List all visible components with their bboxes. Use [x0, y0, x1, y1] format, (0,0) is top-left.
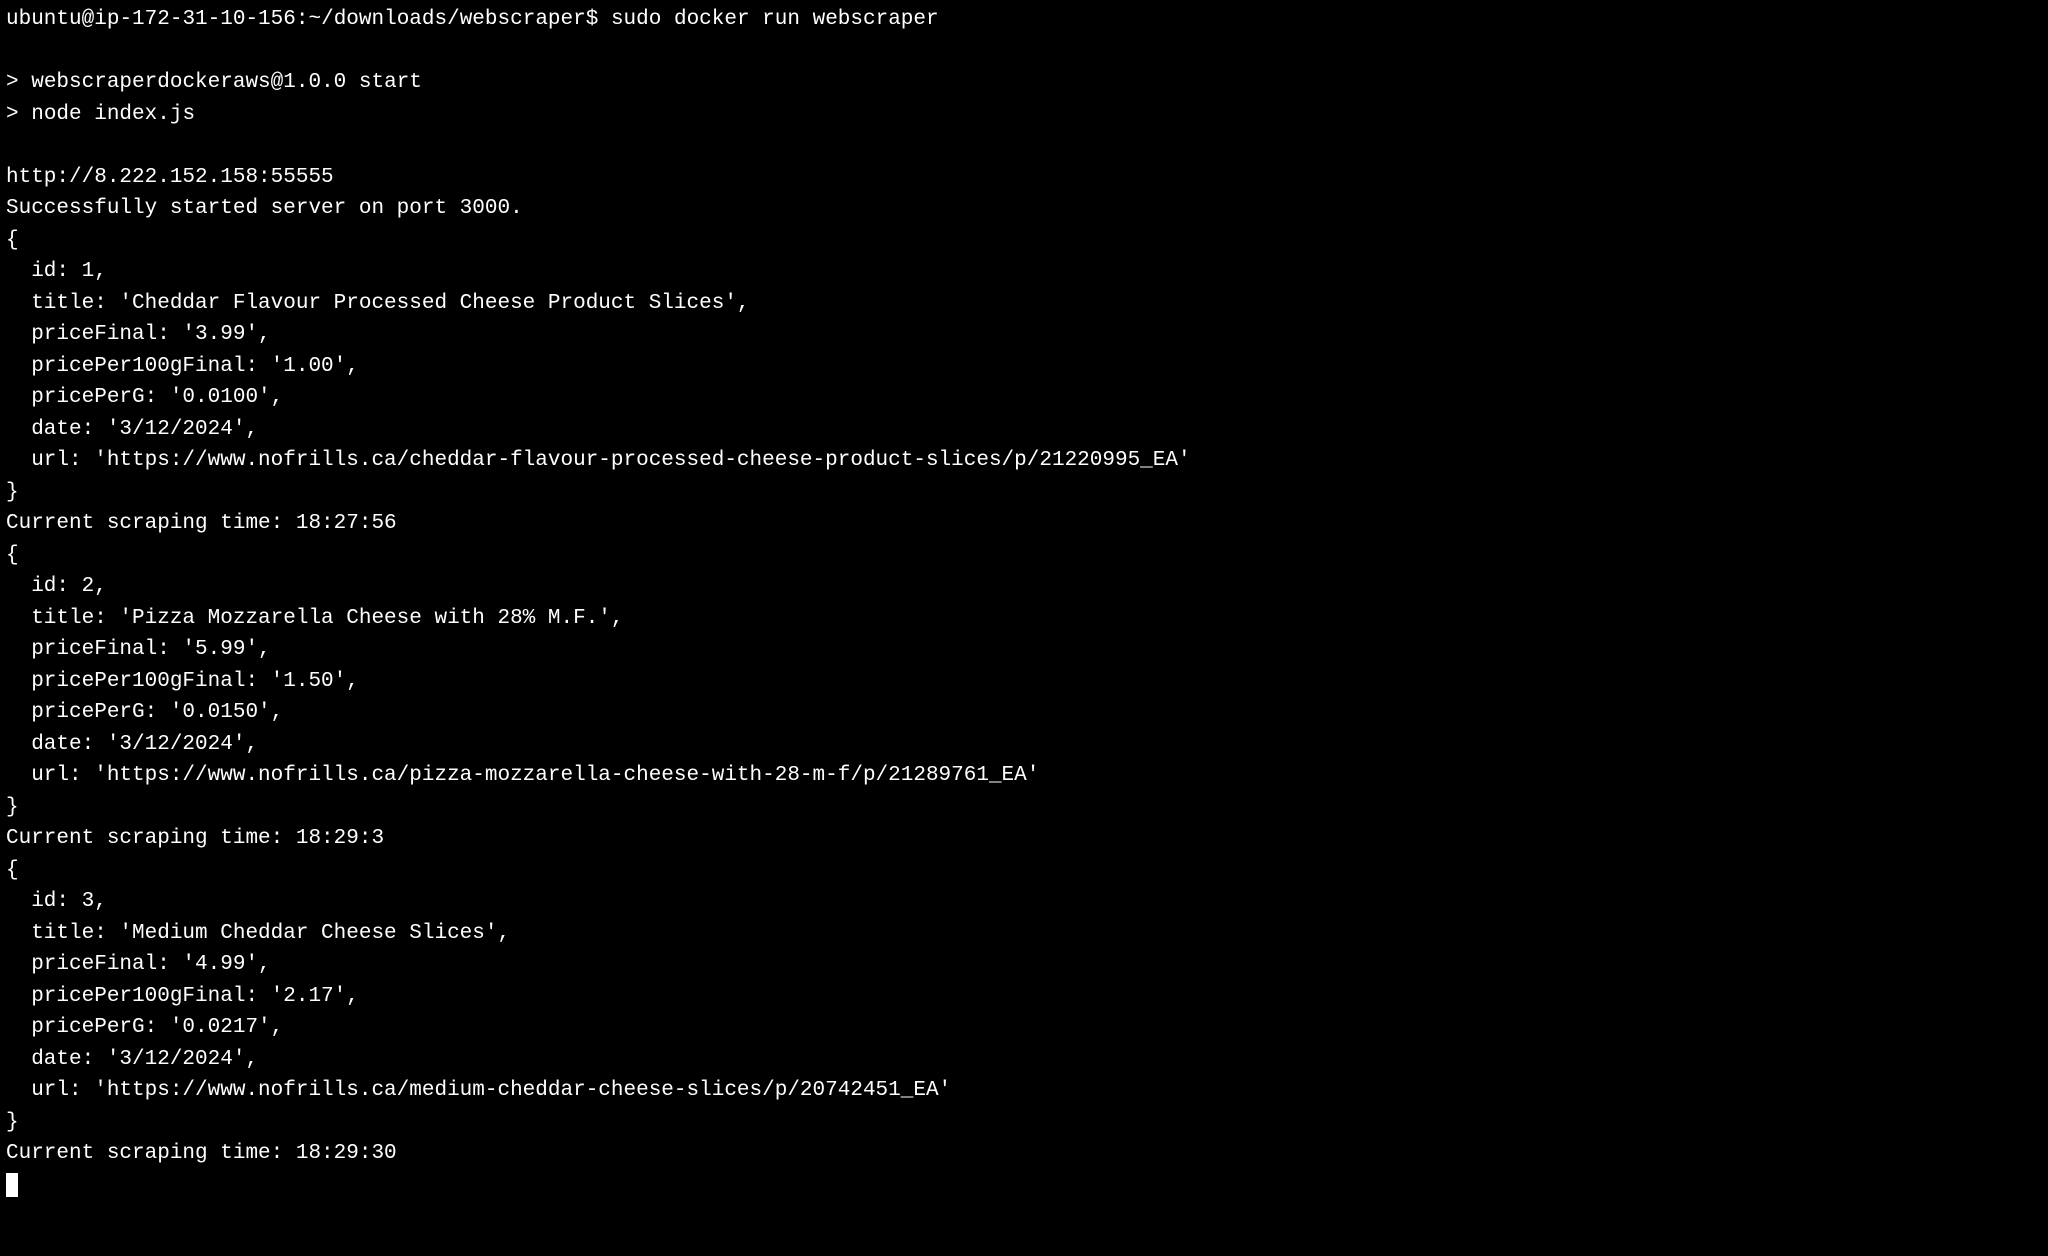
server-start-line: Successfully started server on port 3000… — [6, 197, 523, 220]
npm-start-line: > webscraperdockeraws@1.0.0 start — [6, 71, 422, 94]
prompt-user: ubuntu — [6, 8, 82, 31]
npm-cmd-line: > node index.js — [6, 103, 195, 126]
prompt-symbol: $ — [586, 8, 599, 31]
terminal-output[interactable]: ubuntu@ip-172-31-10-156:~/downloads/webs… — [0, 0, 2048, 1205]
prompt-command: sudo docker run webscraper — [611, 8, 939, 31]
cursor-icon — [6, 1173, 18, 1197]
proxy-url-line: http://8.222.152.158:55555 — [6, 166, 334, 189]
scrape-results: { id: 1, title: 'Cheddar Flavour Process… — [6, 229, 1191, 1166]
prompt-host: ip-172-31-10-156 — [94, 8, 296, 31]
prompt-path: ~/downloads/webscraper — [308, 8, 585, 31]
prompt-line: ubuntu@ip-172-31-10-156:~/downloads/webs… — [6, 8, 939, 31]
